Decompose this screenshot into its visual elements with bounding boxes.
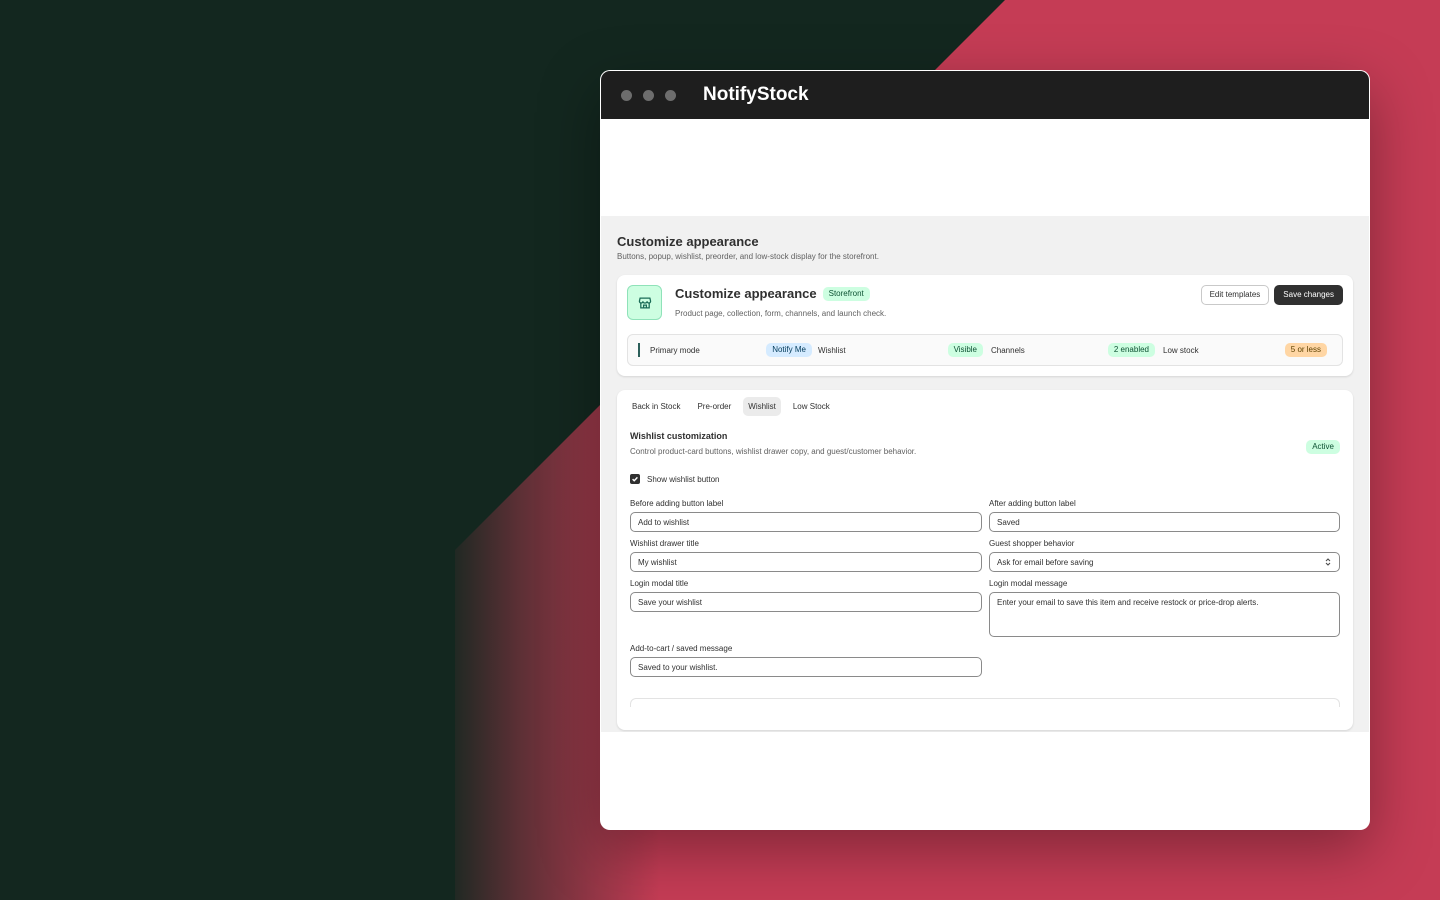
- select-chevron-icon: [1325, 558, 1331, 566]
- drawer-title-field: Wishlist drawer title My wishlist: [630, 539, 982, 572]
- page-title: Customize appearance: [617, 234, 759, 249]
- store-icon: [627, 285, 662, 320]
- next-section-edge: [630, 698, 1340, 707]
- app-window: NotifyStock Customize appearance Buttons…: [600, 70, 1370, 830]
- page-subtitle: Buttons, popup, wishlist, preorder, and …: [617, 252, 879, 261]
- wishlist-section-subtitle: Control product-card buttons, wishlist d…: [630, 447, 917, 456]
- window-maximize-dot[interactable]: [665, 89, 676, 101]
- login-message-textarea[interactable]: Enter your email to save this item and r…: [989, 592, 1340, 637]
- guest-behavior-value: Ask for email before saving: [997, 557, 1094, 567]
- tab-pre-order[interactable]: Pre-order: [692, 397, 736, 416]
- primary-mode-badge: Notify Me: [766, 343, 812, 357]
- summary-strip: Primary mode Notify Me Wishlist Visible …: [627, 334, 1343, 366]
- summary-wishlist: Wishlist Visible: [818, 343, 983, 357]
- guest-behavior-select[interactable]: Ask for email before saving: [989, 552, 1340, 572]
- summary-channels: Channels 2 enabled: [991, 343, 1155, 357]
- login-message-field: Login modal message Enter your email to …: [989, 579, 1340, 637]
- after-label-field: After adding button label Saved: [989, 499, 1340, 532]
- page-content: Customize appearance Buttons, popup, wis…: [601, 216, 1369, 732]
- saved-message-field: Add-to-cart / saved message Saved to you…: [630, 644, 982, 677]
- wishlist-status-badge: Active: [1306, 440, 1340, 454]
- top-blank-area: [601, 119, 1369, 216]
- summary-low-stock: Low stock 5 or less: [1163, 343, 1327, 357]
- show-wishlist-checkbox[interactable]: [630, 474, 640, 484]
- storefront-badge: Storefront: [822, 286, 870, 301]
- window-titlebar: NotifyStock: [601, 71, 1369, 119]
- tab-back-in-stock[interactable]: Back in Stock: [627, 397, 685, 416]
- header-card-subtitle: Product page, collection, form, channels…: [675, 309, 887, 318]
- saved-message-input[interactable]: Saved to your wishlist.: [630, 657, 982, 677]
- login-title-input[interactable]: Save your wishlist: [630, 592, 982, 612]
- drawer-title-input[interactable]: My wishlist: [630, 552, 982, 572]
- before-label-field: Before adding button label Add to wishli…: [630, 499, 982, 532]
- appearance-header-card: Customize appearance Storefront Product …: [617, 275, 1353, 376]
- save-changes-button[interactable]: Save changes: [1274, 285, 1343, 305]
- app-title: NotifyStock: [703, 84, 809, 105]
- summary-primary-mode: Primary mode Notify Me: [650, 343, 812, 357]
- tab-low-stock[interactable]: Low Stock: [788, 397, 835, 416]
- show-wishlist-button-toggle[interactable]: Show wishlist button: [630, 474, 1340, 484]
- channels-badge: 2 enabled: [1107, 343, 1155, 357]
- customization-card: Back in Stock Pre-order Wishlist Low Sto…: [617, 390, 1353, 730]
- wishlist-section-title: Wishlist customization: [630, 431, 728, 441]
- tab-wishlist[interactable]: Wishlist: [743, 397, 781, 416]
- window-minimize-dot[interactable]: [643, 89, 654, 101]
- before-label-input[interactable]: Add to wishlist: [630, 512, 982, 532]
- tab-bar: Back in Stock Pre-order Wishlist Low Sto…: [617, 390, 1353, 416]
- edit-templates-button[interactable]: Edit templates: [1200, 285, 1270, 305]
- header-card-title: Customize appearance: [675, 286, 817, 301]
- guest-behavior-field: Guest shopper behavior Ask for email bef…: [989, 539, 1340, 572]
- low-stock-badge: 5 or less: [1284, 343, 1327, 357]
- summary-accent-bar: [638, 343, 640, 357]
- wishlist-section: Wishlist customization Control product-c…: [617, 416, 1353, 707]
- wishlist-fields-grid: Before adding button label Add to wishli…: [630, 499, 1340, 684]
- show-wishlist-label: Show wishlist button: [647, 474, 720, 484]
- window-close-dot[interactable]: [621, 89, 632, 101]
- wishlist-visible-badge: Visible: [947, 343, 983, 357]
- after-label-input[interactable]: Saved: [989, 512, 1340, 532]
- login-title-field: Login modal title Save your wishlist: [630, 579, 982, 637]
